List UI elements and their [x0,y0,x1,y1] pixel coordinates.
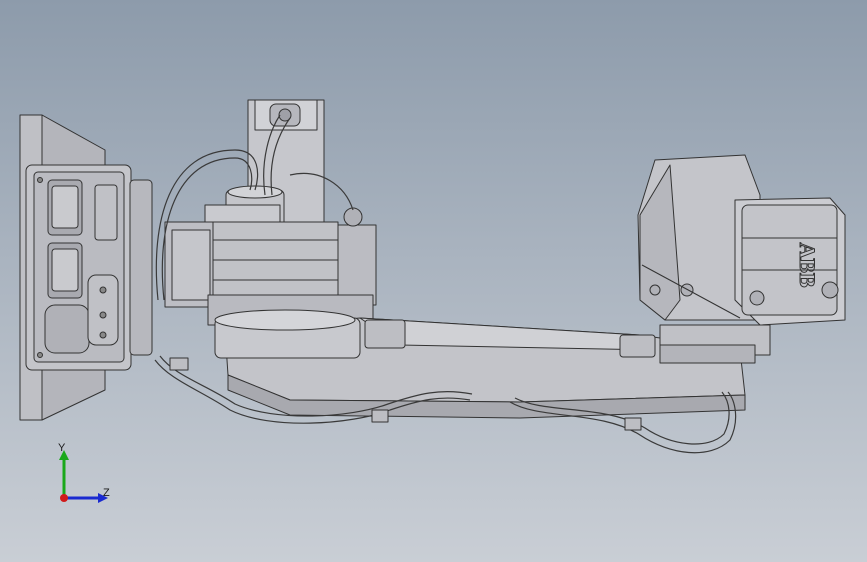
base-mounting-plate [19,114,153,421]
wrist-head-unit [637,154,846,326]
z-axis-label: Z [103,487,110,499]
cad-viewport[interactable]: ABB Y Z [0,0,867,562]
y-axis-label: Y [58,442,66,454]
arm-link [214,309,771,419]
robot-arm-model[interactable]: ABB [0,0,867,562]
abb-logo: ABB [795,242,820,288]
motor-housing [164,204,377,326]
x-axis-point [60,494,68,502]
